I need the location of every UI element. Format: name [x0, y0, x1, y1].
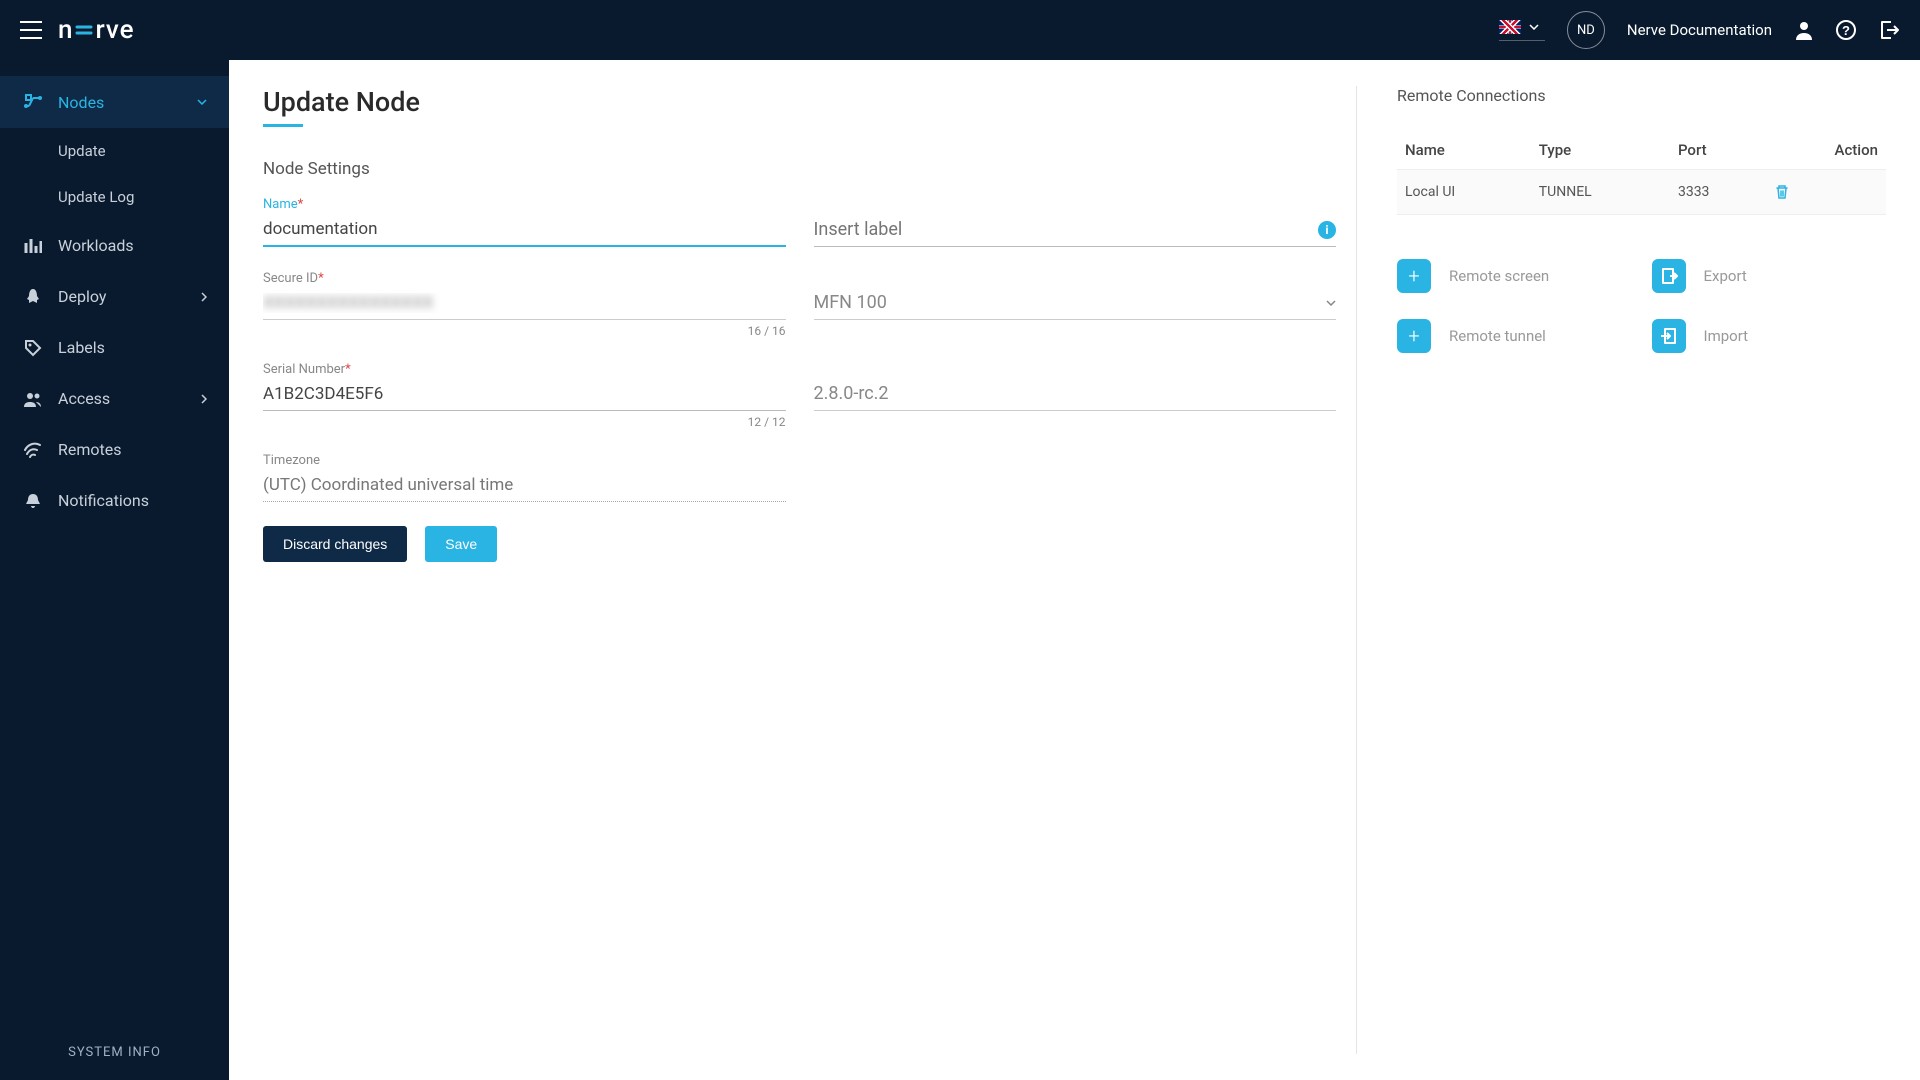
secure-id-input[interactable]: [263, 288, 786, 320]
remote-screen-button[interactable]: + Remote screen: [1397, 259, 1632, 293]
rc-cell-name: Local UI: [1397, 170, 1531, 215]
sidebar-item-label: Workloads: [58, 236, 134, 255]
chevron-down-icon: [1326, 300, 1336, 306]
help-button[interactable]: ?: [1836, 20, 1856, 40]
save-button[interactable]: Save: [425, 526, 497, 562]
rc-header-type: Type: [1531, 131, 1670, 170]
app-header: n rve ND Nerve Documentation ?: [0, 0, 1920, 60]
name-input[interactable]: [263, 214, 786, 247]
sidebar-item-label: Update Log: [58, 188, 134, 206]
name-label: Name*: [263, 197, 786, 212]
plus-icon: +: [1397, 319, 1431, 353]
sidebar-item-labels[interactable]: Labels: [0, 322, 229, 373]
timezone-label: Timezone: [263, 453, 786, 468]
rc-header-name: Name: [1397, 131, 1531, 170]
sidebar-item-label: Labels: [58, 338, 105, 357]
profile-button[interactable]: [1794, 20, 1814, 40]
rc-header-action: Action: [1766, 131, 1886, 170]
remote-connections-table: Name Type Port Action Local UI TUNNEL 33…: [1397, 131, 1886, 215]
avatar-initials: ND: [1577, 23, 1595, 38]
trash-icon: [1774, 184, 1790, 200]
sidebar-item-label: Deploy: [58, 287, 106, 306]
uk-flag-icon: [1499, 20, 1521, 34]
sidebar-item-access[interactable]: Access: [0, 373, 229, 424]
timezone-input[interactable]: [263, 470, 786, 502]
deploy-icon: [22, 288, 44, 306]
rc-action-label: Import: [1704, 327, 1749, 345]
app-logo: n rve: [58, 15, 135, 45]
delete-button[interactable]: [1774, 184, 1878, 200]
sidebar-item-update[interactable]: Update: [0, 128, 229, 174]
version-value: 2.8.0-rc.2: [814, 378, 1337, 411]
rc-action-label: Remote screen: [1449, 267, 1549, 285]
sidebar-item-remotes[interactable]: Remotes: [0, 424, 229, 475]
chevron-down-icon: [1529, 24, 1539, 30]
remote-connections-title: Remote Connections: [1397, 86, 1886, 105]
language-dropdown[interactable]: [1499, 20, 1545, 41]
logo-equals-icon: [74, 20, 94, 40]
access-icon: [22, 391, 44, 407]
import-button[interactable]: Import: [1652, 319, 1887, 353]
sidebar-item-label: Remotes: [58, 440, 121, 459]
svg-text:?: ?: [1842, 23, 1850, 38]
secure-id-label: Secure ID*: [263, 271, 786, 286]
export-icon: [1652, 259, 1686, 293]
export-button[interactable]: Export: [1652, 259, 1887, 293]
sidebar-item-label: Notifications: [58, 491, 149, 510]
serial-label: Serial Number*: [263, 362, 786, 377]
help-icon: ?: [1836, 20, 1856, 40]
title-underline: [263, 124, 303, 127]
table-row[interactable]: Local UI TUNNEL 3333: [1397, 170, 1886, 215]
person-icon: [1794, 20, 1814, 40]
sidebar-item-update-log[interactable]: Update Log: [0, 174, 229, 220]
rc-action-label: Export: [1704, 267, 1747, 285]
info-icon[interactable]: i: [1318, 221, 1336, 239]
sidebar-system-info[interactable]: SYSTEM INFO: [0, 1025, 229, 1080]
sidebar-item-nodes[interactable]: Nodes: [0, 76, 229, 128]
sidebar: Nodes Update Update Log Workloads: [0, 60, 229, 1080]
logout-icon: [1878, 19, 1900, 41]
section-title: Node Settings: [263, 159, 1336, 179]
sidebar-item-workloads[interactable]: Workloads: [0, 220, 229, 271]
labels-icon: [22, 339, 44, 357]
rc-header-port: Port: [1670, 131, 1766, 170]
secure-id-counter: 16 / 16: [263, 324, 786, 338]
hamburger-icon: [20, 21, 42, 39]
import-icon: [1652, 319, 1686, 353]
bell-icon: [22, 492, 44, 510]
rc-action-label: Remote tunnel: [1449, 327, 1546, 345]
chevron-right-icon: [201, 292, 207, 302]
menu-toggle-button[interactable]: [20, 21, 42, 39]
insert-label-input[interactable]: [814, 214, 1337, 247]
chevron-down-icon: [197, 99, 207, 105]
chevron-right-icon: [201, 394, 207, 404]
page-title: Update Node: [263, 86, 1336, 118]
rc-cell-type: TUNNEL: [1531, 170, 1670, 215]
discard-button[interactable]: Discard changes: [263, 526, 407, 562]
rc-cell-port: 3333: [1670, 170, 1766, 215]
sidebar-item-notifications[interactable]: Notifications: [0, 475, 229, 526]
sidebar-item-label: Access: [58, 389, 110, 408]
sidebar-item-label: Nodes: [58, 93, 104, 112]
sidebar-item-deploy[interactable]: Deploy: [0, 271, 229, 322]
avatar[interactable]: ND: [1567, 11, 1605, 49]
remote-tunnel-button[interactable]: + Remote tunnel: [1397, 319, 1632, 353]
serial-input[interactable]: [263, 379, 786, 411]
plus-icon: +: [1397, 259, 1431, 293]
sidebar-item-label: Update: [58, 142, 106, 160]
serial-counter: 12 / 12: [263, 415, 786, 429]
user-name: Nerve Documentation: [1627, 21, 1772, 39]
logout-button[interactable]: [1878, 19, 1900, 41]
workloads-icon: [22, 237, 44, 255]
remotes-icon: [22, 441, 44, 459]
model-select[interactable]: MFN 100: [814, 287, 1337, 320]
nodes-icon: [22, 92, 44, 112]
model-value: MFN 100: [814, 292, 887, 313]
